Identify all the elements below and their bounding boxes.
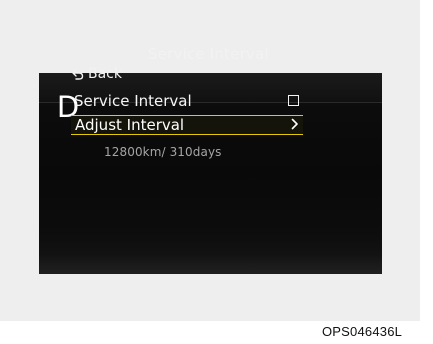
back-menu-item[interactable]: Back [71,66,122,83]
adjust-interval-label: Adjust Interval [75,116,185,134]
service-interval-menu-item[interactable]: Service Interval [71,91,303,111]
back-label: Back [88,66,122,82]
service-interval-label: Service Interval [74,92,192,110]
back-arrow-icon [72,69,84,80]
menu-title: Service Interval [148,45,269,63]
adjust-interval-menu-item[interactable]: Adjust Interval [71,115,303,135]
image-frame: D Service Interval Back Service Interval… [0,0,420,321]
display-bottom-shadow [39,254,382,274]
service-interval-checkbox[interactable] [288,95,299,106]
chevron-right-icon [291,118,298,130]
image-caption: OPS046436L [322,324,403,339]
service-interval-value: 12800km/ 310days [104,145,222,159]
